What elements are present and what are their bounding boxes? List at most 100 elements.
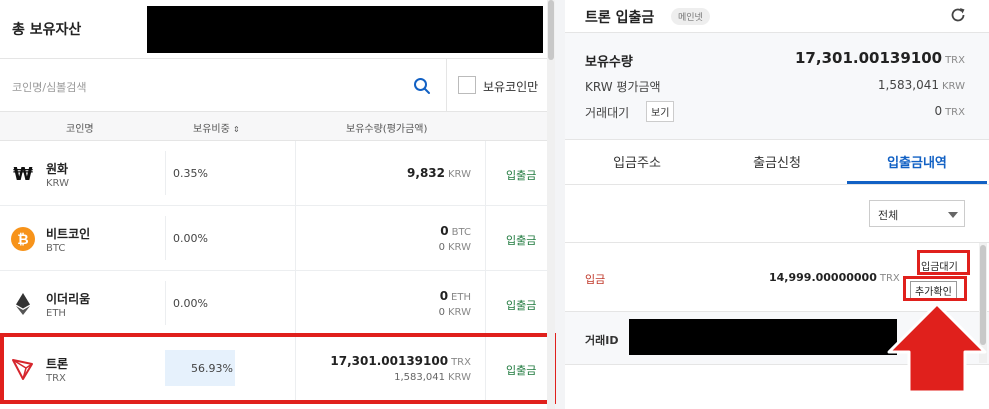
coin-share: 0.00% [173, 232, 208, 245]
coin-name: 이더리움 [46, 292, 91, 306]
krw-value-unit: KRW [942, 81, 965, 92]
krw-unit: KRW [448, 307, 471, 318]
table-row[interactable]: 이더리움 ETH 0.00% 0 ETH 0 KRW 입출금 [0, 271, 547, 336]
divider [485, 271, 486, 335]
tx-type: 입금 [585, 273, 606, 286]
highlight-box-pending-status [917, 250, 970, 275]
assets-header: 총 보유자산 [0, 0, 547, 59]
highlight-box-confirm [903, 276, 967, 301]
assets-title: 총 보유자산 [12, 22, 82, 38]
krw-value: 1,583,041 KRW [878, 78, 965, 92]
coin-name: 원화 [46, 162, 69, 176]
coin-amount: 0 BTC [440, 224, 471, 238]
history-filter-select[interactable]: 전체 [869, 200, 965, 227]
tx-amount-value: 14,999.00000000 [769, 271, 877, 284]
refresh-icon[interactable] [949, 6, 967, 28]
krw-value-number: 1,583,041 [877, 78, 939, 92]
col-share[interactable]: 보유비중 ⇕ [193, 120, 240, 135]
ethereum-icon [11, 292, 35, 316]
col-share-label: 보유비중 [193, 124, 230, 135]
coin-symbol: ETH [46, 308, 66, 319]
tx-id-label: 거래ID [585, 334, 619, 347]
table-row[interactable]: ₿ 비트코인 BTC 0.00% 0 BTC 0 KRW 입출금 [0, 206, 547, 271]
panel-title: 트론 입출금 [585, 10, 655, 26]
deposit-withdraw-button[interactable]: 입출금 [506, 297, 536, 313]
pending-label: 거래대기 [585, 106, 630, 120]
coin-amount: 0 ETH [440, 289, 471, 303]
deposit-withdraw-button[interactable]: 입출금 [506, 167, 536, 183]
divider [295, 271, 296, 335]
col-coin-name[interactable]: 코인명 [66, 120, 94, 135]
deposit-withdraw-button[interactable]: 입출금 [506, 232, 536, 248]
filter-row: 전체 [565, 185, 989, 243]
chevron-down-icon [948, 212, 958, 218]
redacted-tx-id [629, 319, 897, 355]
coin-symbol: BTC [46, 243, 66, 254]
search-input[interactable]: 코인명/심볼검색 [12, 79, 87, 95]
tx-amount-unit: TRX [879, 273, 900, 284]
tab-deposit-address[interactable]: 입금주소 [567, 152, 707, 171]
svg-text:₿: ₿ [17, 232, 28, 248]
owned-only-checkbox[interactable] [458, 76, 476, 94]
owned-only-label[interactable]: 보유코인만 [483, 78, 538, 95]
pending-unit: TRX [945, 107, 965, 118]
holdings-label: 보유수량 [585, 55, 633, 70]
krw-value: 0 [438, 242, 445, 253]
divider [295, 141, 296, 205]
search-icon[interactable] [413, 77, 431, 99]
network-badge: 메인넷 [671, 8, 710, 25]
highlight-box-tron-row [0, 333, 556, 404]
search-row: 코인명/심볼검색 보유코인만 [0, 59, 547, 112]
redacted-total [147, 6, 543, 53]
tab-history[interactable]: 입출금내역 [847, 152, 987, 171]
table-header: 코인명 보유비중 ⇕ 보유수량(평가금액) [0, 112, 547, 141]
scrollbar[interactable] [547, 0, 555, 409]
divider [165, 151, 166, 195]
coin-amount: 9,832 KRW [407, 166, 471, 180]
pending-number: 0 [934, 104, 943, 118]
sort-icon[interactable]: ⇕ [233, 125, 240, 134]
coin-name: 비트코인 [46, 227, 91, 241]
coin-share: 0.35% [173, 167, 208, 180]
assets-panel: 총 보유자산 코인명/심볼검색 보유코인만 코인명 보유비중 ⇕ 보유수량(평가… [0, 0, 556, 409]
coin-symbol: KRW [46, 178, 69, 189]
tx-amount: 14,999.00000000 TRX [769, 271, 900, 284]
deposit-withdraw-panel: 트론 입출금 메인넷 보유수량 17,301.00139100 TRX KRW 평… [565, 0, 989, 409]
holdings-value: 17,301.00139100 [795, 49, 943, 67]
divider [446, 59, 447, 111]
filter-value: 전체 [878, 209, 899, 222]
divider [165, 281, 166, 325]
divider [485, 206, 486, 270]
holdings-summary: 보유수량 17,301.00139100 TRX KRW 평가금액 1,583,0… [565, 33, 989, 140]
col-amount[interactable]: 보유수량(평가금액) [346, 120, 427, 135]
bitcoin-icon: ₿ [11, 227, 35, 251]
annotation-arrow-icon [887, 302, 987, 394]
panel-header: 트론 입출금 메인넷 [565, 0, 989, 33]
amount-unit: ETH [451, 292, 471, 303]
holdings-amount: 17,301.00139100 TRX [795, 49, 965, 67]
table-row[interactable]: ₩ 원화 KRW 0.35% 9,832 KRW 입출금 [0, 141, 547, 206]
amount-unit: KRW [448, 169, 471, 180]
coin-krw-value: 0 KRW [439, 242, 471, 253]
divider [165, 216, 166, 260]
svg-text:₩: ₩ [13, 164, 33, 185]
active-tab-indicator [847, 181, 987, 184]
amount-value: 0 [439, 289, 449, 303]
divider [485, 141, 486, 205]
coin-krw-value: 0 KRW [439, 307, 471, 318]
panel-tabs: 입금주소 출금신청 입출금내역 [565, 140, 989, 185]
krw-unit: KRW [448, 242, 471, 253]
coin-share: 0.00% [173, 297, 208, 310]
amount-unit: BTC [451, 227, 471, 238]
holdings-unit: TRX [945, 55, 965, 66]
amount-value: 0 [440, 224, 449, 238]
scrollbar-thumb[interactable] [548, 0, 554, 60]
tab-withdraw-request[interactable]: 출금신청 [707, 152, 847, 171]
amount-value: 9,832 [407, 166, 445, 180]
won-icon: ₩ [11, 162, 35, 186]
pending-value: 0 TRX [934, 104, 965, 118]
view-pending-button[interactable]: 보기 [646, 101, 675, 122]
krw-value-label: KRW 평가금액 [585, 80, 661, 94]
krw-value: 0 [438, 307, 445, 318]
divider [295, 206, 296, 270]
